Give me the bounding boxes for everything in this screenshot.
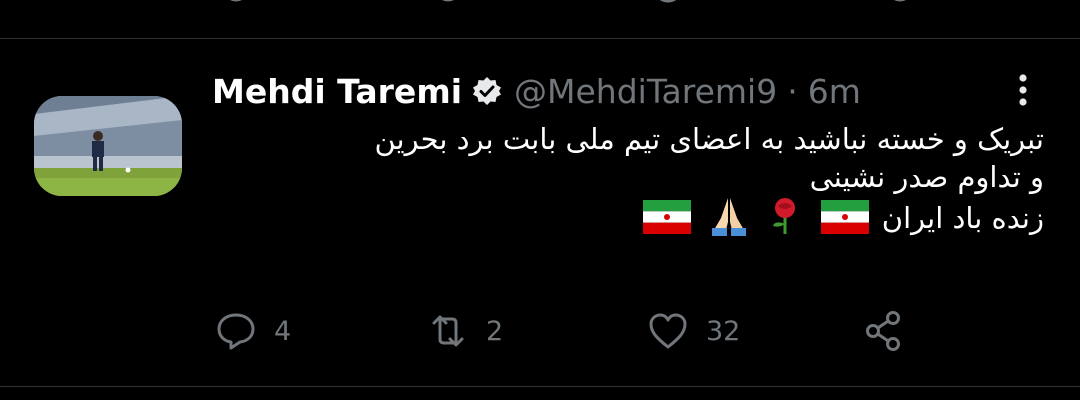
rose-icon <box>767 196 803 236</box>
retweet-button[interactable]: 2 <box>426 308 503 354</box>
tweet-time[interactable]: 6m <box>808 72 861 111</box>
iran-flag-icon <box>820 200 869 234</box>
previous-tweet-actions <box>0 0 1080 4</box>
more-vertical-icon[interactable] <box>1008 70 1038 110</box>
like-count: 32 <box>706 315 741 347</box>
author-handle[interactable]: @MehdiTaremi9 <box>514 72 777 111</box>
tweet-header: Mehdi Taremi @MehdiTaremi9 · 6m <box>212 68 861 114</box>
share-icon <box>866 311 900 351</box>
tweet-line-3: زنده باد ایران <box>204 196 1044 237</box>
reply-button[interactable]: 4 <box>214 308 291 354</box>
author-name[interactable]: Mehdi Taremi <box>212 72 462 111</box>
verified-badge-icon <box>472 76 502 106</box>
share-button[interactable] <box>862 308 922 354</box>
tweet-actions: 4 2 32 <box>0 308 1080 354</box>
avatar-image <box>34 96 182 196</box>
folded-hands-icon <box>708 196 750 236</box>
retweet-icon <box>432 315 464 347</box>
heart-icon <box>649 313 687 349</box>
separator-dot: · <box>787 71 798 111</box>
bottom-divider <box>0 386 1080 387</box>
tweet-line-3-text: زنده باد ایران <box>881 201 1044 235</box>
top-divider <box>0 38 1080 39</box>
previous-tweet-icons <box>230 0 906 3</box>
tweet-line-2: و تداوم صدر نشینی <box>809 160 1044 194</box>
iran-flag-icon <box>642 200 691 234</box>
tweet-line-1: تبریک و خسته نباشید به اعضای تیم ملی باب… <box>374 122 1044 156</box>
reply-icon <box>217 313 255 350</box>
avatar[interactable] <box>34 96 182 196</box>
like-button[interactable]: 32 <box>646 308 740 354</box>
retweet-count: 2 <box>486 315 504 347</box>
reply-count: 4 <box>274 315 292 347</box>
tweet-text: تبریک و خسته نباشید به اعضای تیم ملی باب… <box>204 120 1044 237</box>
